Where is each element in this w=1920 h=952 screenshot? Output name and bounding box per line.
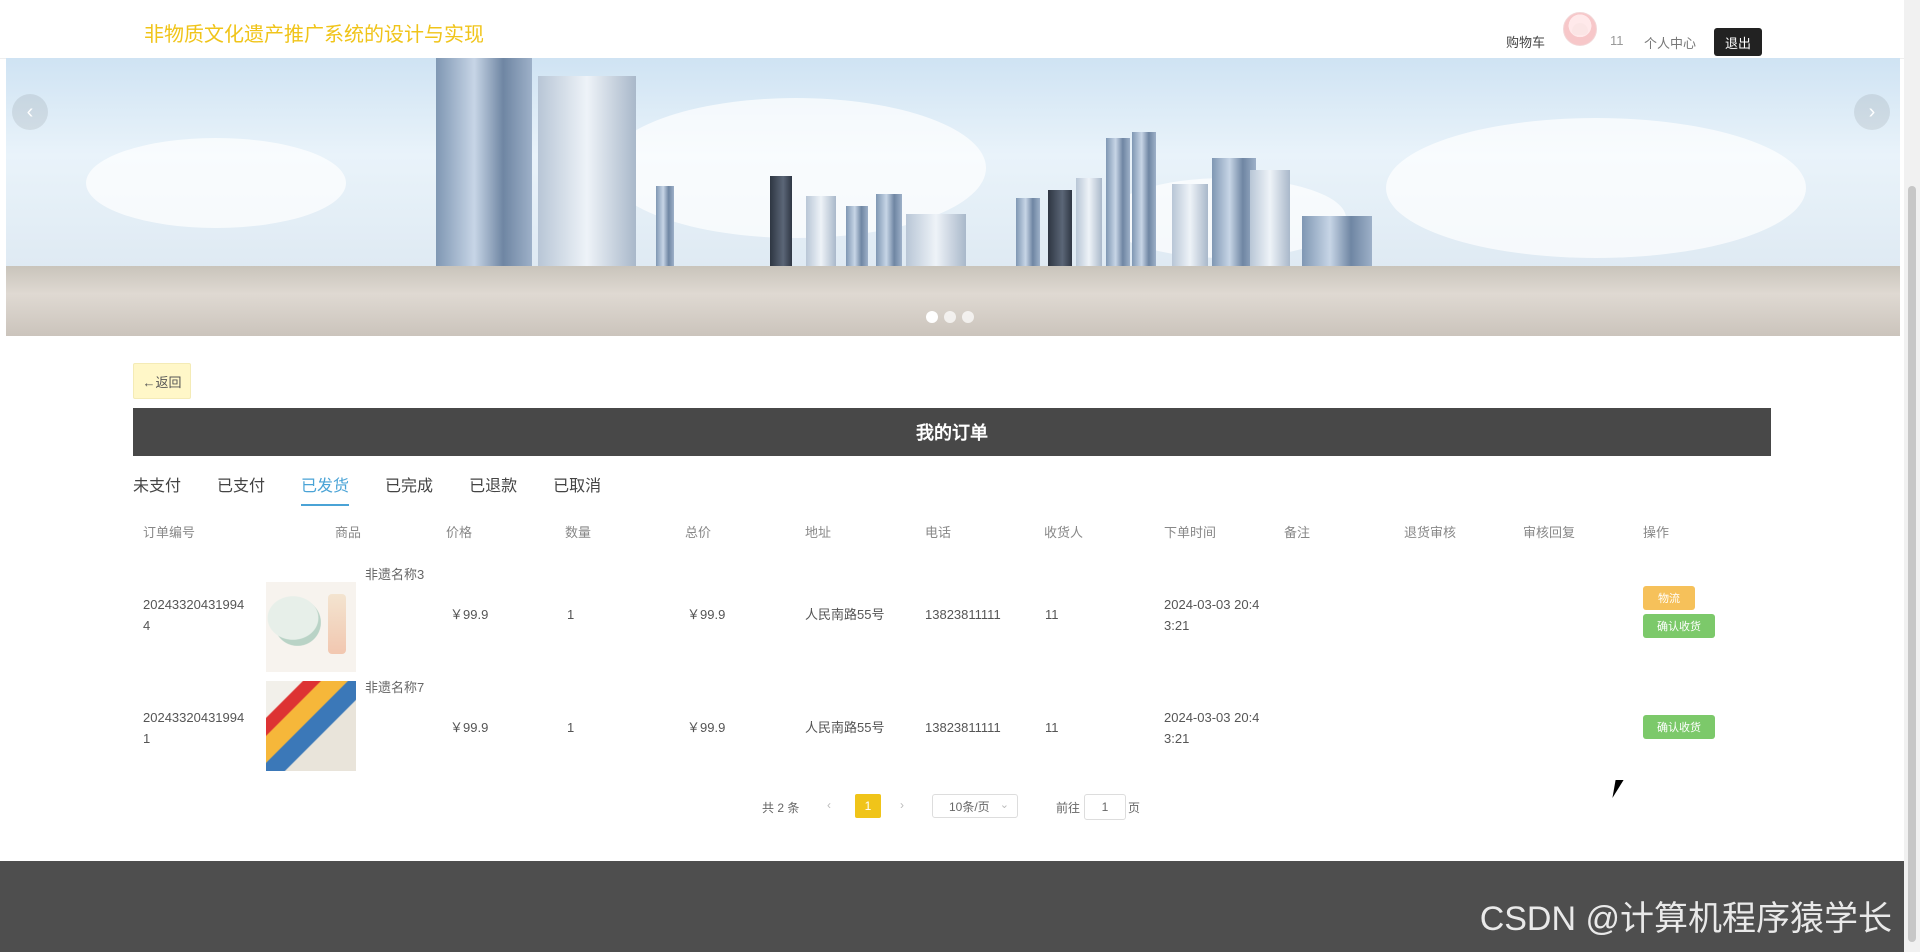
th-actions: 操作 [1643, 525, 1670, 540]
banner-carousel[interactable] [6, 58, 1900, 336]
quantity: 1 [567, 607, 575, 622]
th-receiver: 收货人 [1044, 525, 1084, 540]
order-time: 2024-03-03 20:4 3:21 [1164, 594, 1259, 636]
product-image[interactable] [266, 582, 356, 672]
banner-next-button[interactable]: › [1854, 94, 1890, 130]
th-price: 价格 [446, 525, 473, 540]
logistics-button[interactable]: 物流 [1643, 586, 1695, 610]
product-name[interactable]: 非遗名称7 [365, 677, 424, 696]
watermark: CSDN @计算机程序猿学长 [1479, 900, 1892, 938]
back-button[interactable]: ←返回 [133, 363, 191, 399]
th-total: 总价 [685, 525, 712, 540]
order-number-line: 20243320431994 [143, 710, 245, 725]
quantity: 1 [567, 720, 575, 735]
order-number: 20243320431994 4 [143, 594, 244, 636]
carousel-dot-2[interactable] [944, 311, 956, 323]
order-time-line: 3:21 [1164, 618, 1190, 633]
order-number-line: 1 [143, 731, 151, 746]
order-number: 20243320431994 1 [143, 707, 244, 749]
phone: 13823811111 [925, 607, 1001, 622]
tab-cancelled[interactable]: 已取消 [553, 472, 601, 506]
order-number-line: 4 [143, 618, 151, 633]
price: ￥99.9 [450, 607, 489, 622]
table-row: 20243320431994 1 非遗名称7 ￥99.9 1 ￥99.9 人民南… [133, 671, 1771, 781]
total-price: ￥99.9 [687, 720, 726, 735]
tab-paid[interactable]: 已支付 [217, 472, 265, 506]
cart-link[interactable]: 购物车 [1506, 32, 1545, 51]
banner-prev-button[interactable]: ‹ [12, 94, 48, 130]
username: 11 [1610, 33, 1624, 48]
pagination-current-page[interactable]: 1 [855, 794, 881, 818]
pagination-next-button[interactable]: › [900, 798, 904, 812]
th-review-reply: 审核回复 [1523, 525, 1576, 540]
phone: 13823811111 [925, 720, 1001, 735]
order-time-line: 2024-03-03 20:4 [1164, 710, 1260, 725]
tab-shipped[interactable]: 已发货 [301, 472, 350, 506]
th-return-review: 退货审核 [1404, 525, 1457, 540]
order-time: 2024-03-03 20:4 3:21 [1164, 707, 1259, 749]
goto-label: 前往 [1056, 801, 1081, 815]
site-title[interactable]: 非物质文化遗产推广系统的设计与实现 [144, 18, 484, 47]
page-unit-label: 页 [1128, 801, 1141, 815]
product-image[interactable] [266, 681, 356, 771]
address: 人民南路55号 [805, 720, 885, 735]
order-number-line: 20243320431994 [143, 597, 245, 612]
receiver: 11 [1045, 720, 1059, 735]
footer: CSDN @计算机程序猿学长 [0, 861, 1904, 952]
chevron-down-icon: ⌄ [999, 799, 1009, 811]
top-header: 非物质文化遗产推广系统的设计与实现 [0, 0, 1904, 59]
confirm-receipt-button[interactable]: 确认收货 [1643, 614, 1715, 638]
carousel-dot-3[interactable] [962, 311, 974, 323]
order-time-line: 2024-03-03 20:4 [1164, 597, 1260, 612]
th-order-time: 下单时间 [1164, 525, 1217, 540]
scrollbar-thumb[interactable] [1908, 186, 1916, 942]
th-phone: 电话 [925, 525, 952, 540]
carousel-dot-1[interactable] [926, 311, 938, 323]
order-status-tabs: 未支付 已支付 已发货 已完成 已退款 已取消 [133, 472, 637, 506]
vertical-scrollbar[interactable] [1904, 0, 1920, 952]
product-name[interactable]: 非遗名称3 [365, 564, 424, 583]
page-title: 我的订单 [133, 408, 1771, 456]
address: 人民南路55号 [805, 607, 885, 622]
tab-completed[interactable]: 已完成 [385, 472, 433, 506]
goto-page-input[interactable]: 1 [1084, 794, 1126, 820]
order-time-line: 3:21 [1164, 731, 1190, 746]
page-size-value: 10条/页 [949, 799, 990, 814]
th-address: 地址 [805, 525, 832, 540]
th-order-no: 订单编号 [143, 525, 196, 540]
tab-refunded[interactable]: 已退款 [469, 472, 517, 506]
carousel-indicators [926, 311, 974, 323]
pagination-total: 共 2 条 [762, 801, 800, 815]
confirm-receipt-button[interactable]: 确认收货 [1643, 715, 1715, 739]
price: ￥99.9 [450, 720, 489, 735]
receiver: 11 [1045, 607, 1059, 622]
th-product: 商品 [335, 525, 362, 540]
personal-center-link[interactable]: 个人中心 [1644, 33, 1696, 52]
th-qty: 数量 [565, 525, 592, 540]
tab-unpaid[interactable]: 未支付 [133, 472, 181, 506]
avatar[interactable] [1563, 12, 1597, 46]
th-remark: 备注 [1284, 525, 1311, 540]
pagination-prev-button[interactable]: ‹ [827, 798, 831, 812]
page-size-select[interactable]: 10条/页 ⌄ [932, 794, 1018, 818]
table-row: 20243320431994 4 非遗名称3 ￥99.9 1 ￥99.9 人民南… [133, 558, 1771, 672]
total-price: ￥99.9 [687, 607, 726, 622]
logout-button[interactable]: 退出 [1714, 28, 1762, 56]
